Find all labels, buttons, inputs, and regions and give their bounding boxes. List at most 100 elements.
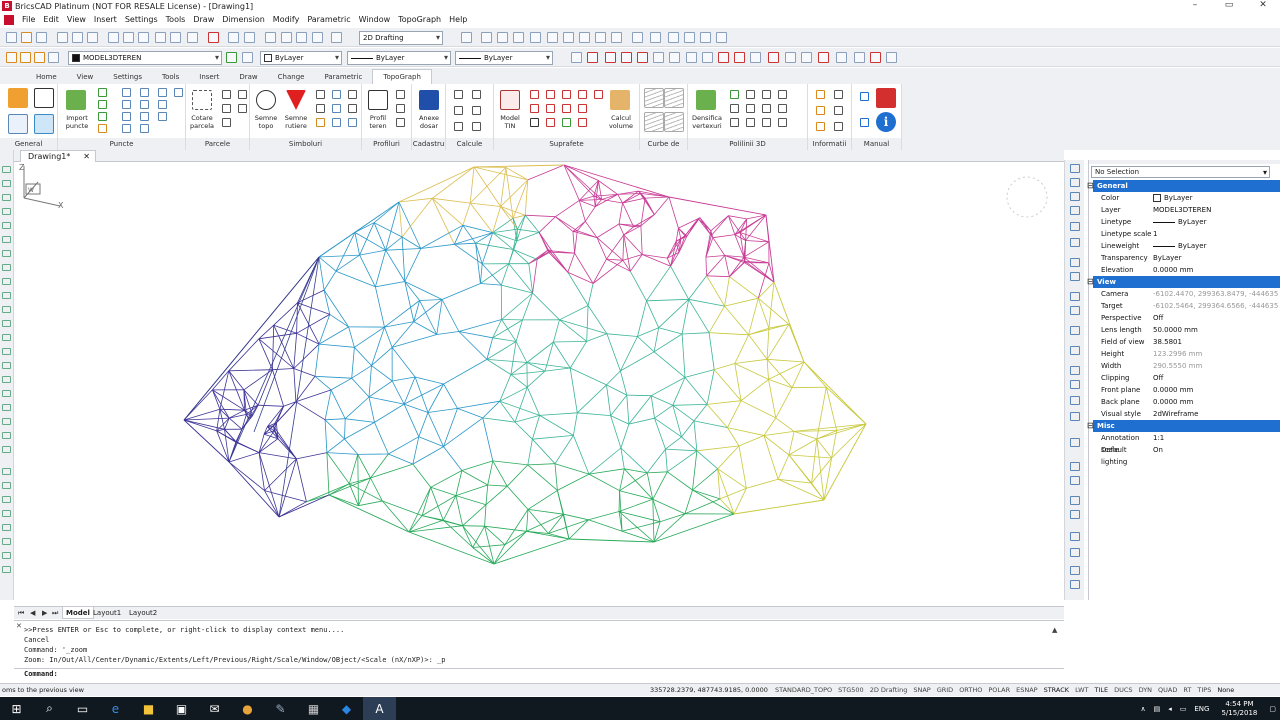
property-value[interactable]: 38.5801 [1153,336,1280,348]
mline-tool-icon[interactable] [2,404,11,411]
view-panel-icon[interactable] [1070,396,1080,405]
pen-app-icon[interactable]: ✎ [264,697,297,720]
trim-tool-icon[interactable] [2,538,11,545]
symbol-legend-icon[interactable] [348,104,357,113]
property-value[interactable]: -6102.5464, 299364.6566, -444635 [1153,300,1280,312]
parcel-table-icon[interactable] [238,90,247,99]
property-value[interactable]: On [1153,444,1280,456]
visual-style-icon[interactable] [632,32,643,43]
point-convert-icon[interactable] [140,124,149,133]
symbol-north-icon[interactable] [332,104,341,113]
next-layout-icon[interactable]: ▶ [42,609,47,617]
property-row[interactable]: Linetype scale 1 [1093,228,1280,240]
mtext-tool-icon[interactable] [2,432,11,439]
property-value[interactable]: 0.0000 mm [1153,384,1280,396]
densify-vertices-icon[interactable] [696,90,716,110]
symbol-block-icon[interactable] [332,118,341,127]
menu-file[interactable]: File [18,12,39,27]
property-value[interactable]: MODEL3DTEREN [1153,204,1280,216]
poly3d-offset-icon[interactable] [730,118,739,127]
zoom-out-icon[interactable] [497,32,508,43]
contour-label-icon[interactable] [664,88,684,108]
section-general[interactable]: General [1087,180,1280,192]
fillet-tool-icon[interactable] [2,552,11,559]
chrome-browser-icon[interactable]: ● [231,697,264,720]
mechanical-panel-icon[interactable] [1070,366,1080,375]
stretch-tool-icon[interactable] [2,524,11,531]
region-tool-icon[interactable] [2,306,11,313]
info-area-icon[interactable] [816,106,825,115]
tab-settings[interactable]: Settings [103,70,152,84]
poly3d-convert-icon[interactable] [762,104,771,113]
explorer-panel-icon[interactable] [1070,192,1080,201]
tin-model-icon[interactable] [500,90,520,110]
contour-smooth-icon[interactable] [644,112,664,132]
topo-sign-icon[interactable] [256,90,276,110]
point-edit-icon[interactable] [122,124,131,133]
spline-tool-icon[interactable] [2,222,11,229]
import-points-icon[interactable] [66,90,86,110]
command-close-icon[interactable]: ✕ [16,622,22,630]
points-3d-icon[interactable] [98,88,107,97]
property-value[interactable]: 1 [1153,228,1280,240]
property-row[interactable]: Height 123.2996 mm [1093,348,1280,360]
tin-elevation-icon[interactable] [546,104,555,113]
help-icon[interactable] [331,32,342,43]
tab-draw[interactable]: Draw [229,70,267,84]
stretch-icon[interactable] [886,52,897,63]
layer-manager-icon[interactable] [265,32,276,43]
status-dyn[interactable]: DYN [1136,684,1155,696]
color-select[interactable]: ByLayer [260,51,342,65]
points-down-icon[interactable] [98,124,107,133]
contour-lines-icon[interactable] [644,88,664,108]
search-icon[interactable]: ⌕ [33,697,66,720]
view-compass-icon[interactable] [1002,172,1052,222]
hatch-tool-icon[interactable] [2,292,11,299]
tab-insert[interactable]: Insert [189,70,229,84]
edge-browser-icon[interactable]: e [99,697,132,720]
prev-layout-icon[interactable]: ◀ [30,609,35,617]
print-preview-icon[interactable] [72,32,83,43]
point-tool-icon[interactable] [2,278,11,285]
tin-boundary-icon[interactable] [594,90,603,99]
profile-edit-icon[interactable] [396,104,405,113]
layer-previous-icon[interactable] [242,52,253,63]
property-value[interactable]: 123.2996 mm [1153,348,1280,360]
modify-tool-icon[interactable] [2,468,11,475]
property-row[interactable]: Field of view 38.5801 [1093,336,1280,348]
zoom-window-icon[interactable] [513,32,524,43]
status-none[interactable]: None [1214,684,1237,696]
symbol-edit-icon[interactable] [316,118,325,127]
tin-import-icon[interactable] [562,118,571,127]
poly3d-join-icon[interactable] [762,90,771,99]
contour-edit-icon[interactable] [664,112,684,132]
page-icon[interactable] [8,114,28,134]
symbol-list-icon[interactable] [316,104,325,113]
unlock-panel-icon[interactable] [1070,580,1080,589]
tab-parametric[interactable]: Parametric [314,70,372,84]
point-table-icon[interactable] [122,100,131,109]
status-snap[interactable]: SNAP [910,684,933,696]
polyline-icon[interactable] [587,52,598,63]
point-more-icon[interactable] [174,88,183,97]
property-row[interactable]: Camera -6102.4470, 299363.8479, -444635 [1093,288,1280,300]
menu-settings[interactable]: Settings [121,12,162,27]
arc-tool-icon[interactable] [2,194,11,201]
bricscad-taskbar-icon[interactable]: A [363,697,396,720]
property-value[interactable]: ByLayer [1153,252,1280,264]
property-row[interactable]: Transparency ByLayer [1093,252,1280,264]
tin-slope-icon[interactable] [530,104,539,113]
tab-layout1[interactable]: Layout1 [90,607,124,619]
arc-panel-icon[interactable] [1070,476,1080,485]
point-style-icon[interactable] [122,88,131,97]
grid-panel-icon[interactable] [1070,306,1080,315]
tab-topograph[interactable]: TopoGraph [372,69,432,84]
text-tool-icon[interactable] [2,418,11,425]
render-panel-icon[interactable] [1070,238,1080,247]
new-file-icon[interactable] [6,32,17,43]
volume-icon[interactable]: ◂ [1164,705,1176,713]
zoom-previous-icon[interactable] [530,32,541,43]
maximize-button[interactable]: ▭ [1212,0,1246,12]
status-dimstyle[interactable]: STANDARD_TOPO [772,684,835,696]
property-value[interactable]: ByLayer [1153,216,1280,228]
